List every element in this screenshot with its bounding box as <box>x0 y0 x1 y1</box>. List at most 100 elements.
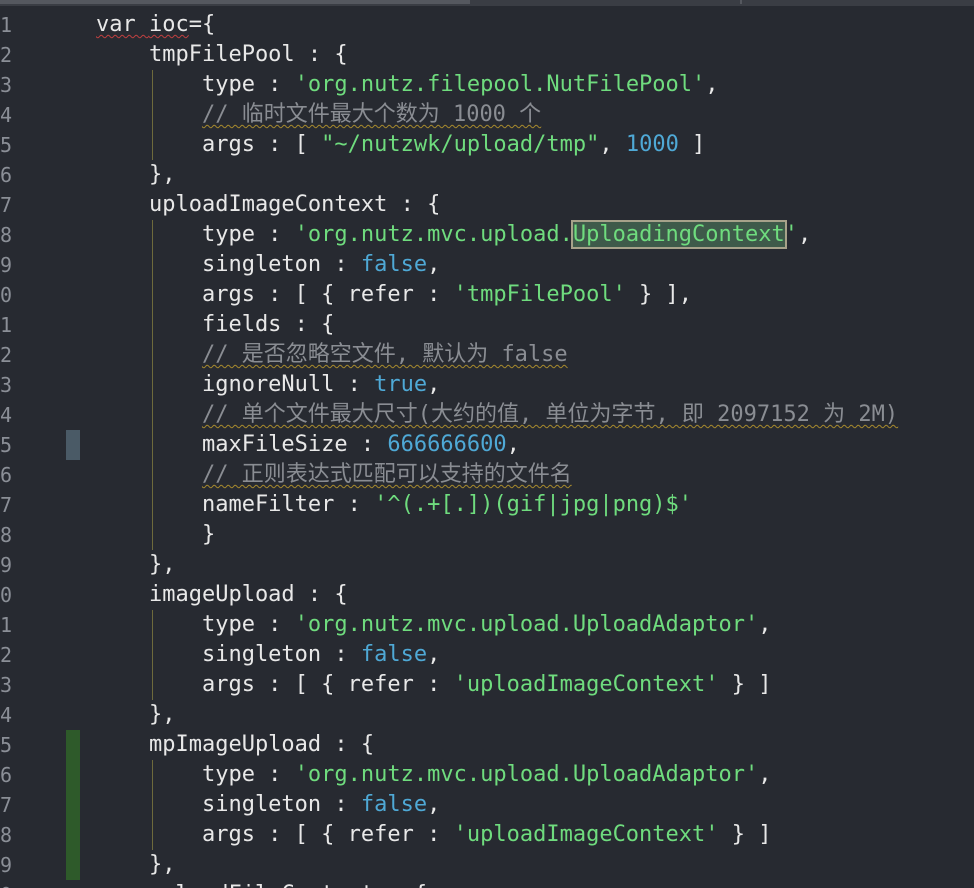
line-number: 2 <box>0 43 13 67</box>
code-text: uploadImageContext : { <box>96 190 440 220</box>
code-line[interactable]: 5 args : [ "~/nutzwk/upload/tmp", 1000 ] <box>0 130 974 160</box>
code-token: type : <box>96 222 295 247</box>
line-number: 6 <box>0 763 13 787</box>
boolean-token: true <box>374 372 428 397</box>
code-line[interactable]: 4 // 临时文件最大个数为 1000 个 <box>0 100 974 130</box>
line-number: 1 <box>0 13 13 37</box>
code-line[interactable]: 8 } <box>0 520 974 550</box>
code-line[interactable]: 3 type : 'org.nutz.filepool.NutFilePool'… <box>0 70 974 100</box>
line-number: 8 <box>0 223 13 247</box>
editor-tab-strip <box>0 0 974 6</box>
gutter-change-marker <box>66 430 80 460</box>
line-number: 1 <box>0 613 13 637</box>
code-token: tmpFilePool : { <box>96 42 348 67</box>
code-token: singleton : <box>96 642 361 667</box>
gutter-change-marker <box>66 820 80 850</box>
code-text: fields : { <box>96 310 334 340</box>
line-number: 7 <box>0 793 13 817</box>
code-text: } <box>96 520 215 550</box>
code-text: type : 'org.nutz.mvc.upload.UploadingCon… <box>96 220 811 250</box>
code-line[interactable]: 2 tmpFilePool : { <box>0 40 974 70</box>
code-line[interactable]: 9 singleton : false, <box>0 250 974 280</box>
code-line[interactable]: 0 uploadFileContext : { <box>0 880 974 888</box>
code-line[interactable]: 1 var ioc={ <box>0 10 974 40</box>
code-token: args : [ { refer : <box>96 672 454 697</box>
code-text: }, <box>96 850 176 880</box>
code-text: args : [ { refer : 'uploadImageContext' … <box>96 820 772 850</box>
code-text: imageUpload : { <box>96 580 348 610</box>
code-line[interactable]: 6 type : 'org.nutz.mvc.upload.UploadAdap… <box>0 760 974 790</box>
code-text: type : 'org.nutz.filepool.NutFilePool', <box>96 70 719 100</box>
code-line[interactable]: 9 }, <box>0 550 974 580</box>
code-line[interactable]: 5 maxFileSize : 666666600, <box>0 430 974 460</box>
string-token: 'org.nutz.mvc.upload.UploadAdaptor' <box>294 612 759 637</box>
code-line[interactable]: 1 fields : { <box>0 310 974 340</box>
code-line[interactable]: 3 args : [ { refer : 'uploadImageContext… <box>0 670 974 700</box>
code-lines: 1 var ioc={2 tmpFilePool : {3 type : 'org… <box>0 10 974 888</box>
code-token: }, <box>96 702 176 727</box>
code-token: ] <box>678 132 706 157</box>
code-line[interactable]: 3 ignoreNull : true, <box>0 370 974 400</box>
code-text: }, <box>96 700 176 730</box>
code-token: args : [ { refer : <box>96 822 454 847</box>
code-token: , <box>427 642 441 667</box>
code-token: uploadImageContext : { <box>96 192 441 217</box>
code-editor[interactable]: 1 var ioc={2 tmpFilePool : {3 type : 'org… <box>0 0 974 888</box>
code-token: nameFilter : <box>96 492 375 517</box>
string-token: 'uploadImageContext' <box>453 822 719 847</box>
code-token: , <box>599 132 626 157</box>
code-line[interactable]: 4 }, <box>0 700 974 730</box>
line-number: 4 <box>0 703 13 727</box>
code-line[interactable]: 7 singleton : false, <box>0 790 974 820</box>
code-line[interactable]: 0 imageUpload : { <box>0 580 974 610</box>
code-token: singleton : <box>96 792 361 817</box>
code-token: mpImageUpload : { <box>96 732 375 757</box>
string-token: '^(.+[.])(gif|jpg|png)$' <box>374 492 693 517</box>
gutter-change-marker <box>66 850 80 880</box>
code-token: ioc <box>148 12 189 37</box>
line-number: 3 <box>0 373 13 397</box>
code-line[interactable]: 8 args : [ { refer : 'uploadImageContext… <box>0 820 974 850</box>
code-line[interactable]: 0 args : [ { refer : 'tmpFilePool' } ], <box>0 280 974 310</box>
code-text: type : 'org.nutz.mvc.upload.UploadAdapto… <box>96 610 772 640</box>
code-line[interactable]: 2 singleton : false, <box>0 640 974 670</box>
code-text: args : [ { refer : 'uploadImageContext' … <box>96 670 772 700</box>
code-text: }, <box>96 160 176 190</box>
divider <box>740 0 742 4</box>
code-token: args : [ { refer : <box>96 282 454 307</box>
line-number: 0 <box>0 880 20 888</box>
number-token: 666666600 <box>387 432 507 457</box>
code-line[interactable]: 9 }, <box>0 850 974 880</box>
code-token: ignoreNull : <box>96 372 375 397</box>
code-token: , <box>427 252 441 277</box>
scroll-track <box>0 0 470 4</box>
code-line[interactable]: 6 // 正则表达式匹配可以支持的文件名 <box>0 460 974 490</box>
code-token: type : <box>96 762 295 787</box>
line-number: 4 <box>0 103 13 127</box>
code-text: // 是否忽略空文件, 默认为 false <box>96 340 568 370</box>
code-token: args : [ <box>96 132 322 157</box>
code-line[interactable]: 7 nameFilter : '^(.+[.])(gif|jpg|png)$' <box>0 490 974 520</box>
code-line[interactable]: 5 mpImageUpload : { <box>0 730 974 760</box>
code-text: nameFilter : '^(.+[.])(gif|jpg|png)$' <box>96 490 692 520</box>
line-number: 0 <box>0 583 13 607</box>
code-line[interactable]: 7 uploadImageContext : { <box>0 190 974 220</box>
code-text: mpImageUpload : { <box>96 730 374 760</box>
line-number: 7 <box>0 493 13 517</box>
code-text: singleton : false, <box>96 640 440 670</box>
code-token: type : <box>96 612 295 637</box>
code-line[interactable]: 6 }, <box>0 160 974 190</box>
code-text: // 单个文件最大尺寸(大约的值, 单位为字节, 即 2097152 为 2M) <box>96 400 898 430</box>
code-line[interactable]: 2 // 是否忽略空文件, 默认为 false <box>0 340 974 370</box>
code-line[interactable]: 4 // 单个文件最大尺寸(大约的值, 单位为字节, 即 2097152 为 2… <box>0 400 974 430</box>
code-line[interactable]: 8 type : 'org.nutz.mvc.upload.UploadingC… <box>0 220 974 250</box>
code-token: } ] <box>718 822 772 847</box>
code-token: }, <box>96 162 176 187</box>
code-text: args : [ { refer : 'tmpFilePool' } ], <box>96 280 692 310</box>
code-token: ={ <box>188 12 216 37</box>
code-line[interactable]: 1 type : 'org.nutz.mvc.upload.UploadAdap… <box>0 610 974 640</box>
code-token: , <box>758 762 772 787</box>
code-text: maxFileSize : 666666600, <box>96 430 520 460</box>
